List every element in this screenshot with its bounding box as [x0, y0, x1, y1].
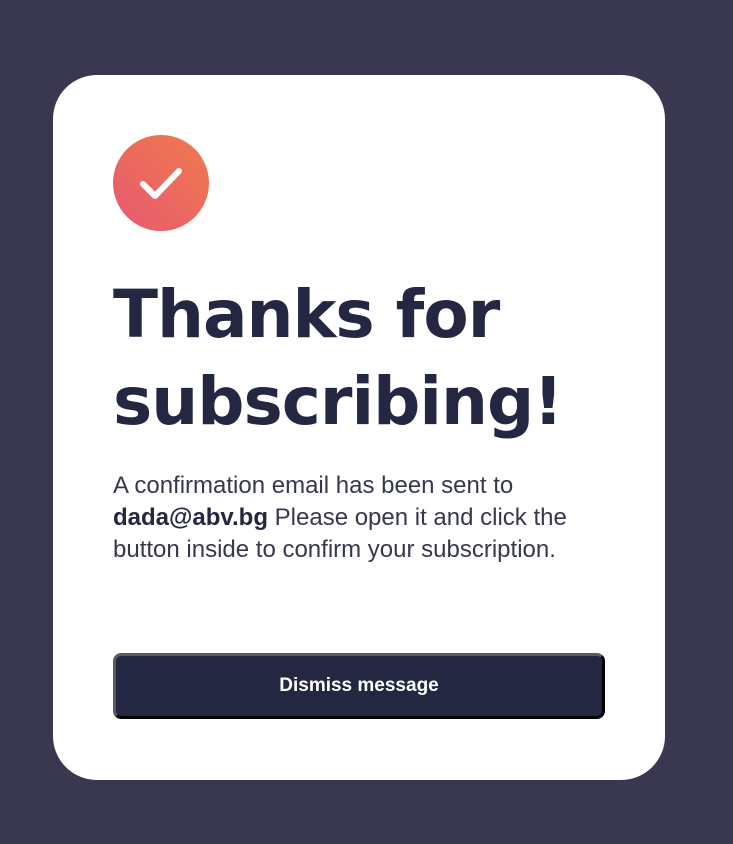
confirmation-message: A confirmation email has been sent to da… — [113, 470, 613, 566]
checkmark-icon — [140, 168, 182, 199]
dismiss-button[interactable]: Dismiss message — [113, 653, 605, 719]
title-line-1: Thanks for — [113, 276, 500, 353]
success-badge — [113, 135, 209, 231]
email-address: dada@abv.bg — [113, 504, 268, 531]
page-title: Thanks for subscribing! — [113, 271, 613, 445]
message-prefix: A confirmation email has been sent to — [113, 472, 514, 499]
success-card: Thanks for subscribing! A confirmation em… — [53, 75, 665, 780]
dismiss-button-label: Dismiss message — [279, 675, 439, 696]
title-line-2: subscribing! — [113, 363, 563, 440]
